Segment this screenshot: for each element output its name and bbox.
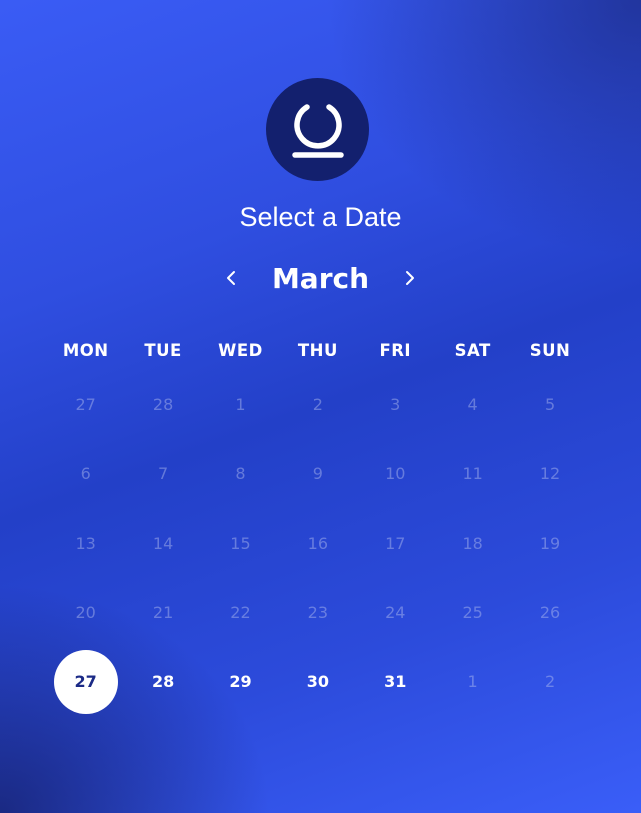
day-button[interactable]: 28 <box>131 650 195 714</box>
calendar-cell: 30 <box>279 650 356 714</box>
prev-month-button[interactable] <box>216 263 246 293</box>
day-button: 1 <box>467 672 478 692</box>
calendar-week-row: 13 14 15 16 17 18 19 <box>47 509 589 578</box>
day-button[interactable]: 31 <box>363 650 427 714</box>
day-button: 28 <box>152 395 174 415</box>
day-button: 16 <box>307 533 329 553</box>
day-button: 8 <box>235 464 246 484</box>
selected-day-button[interactable]: 27 <box>53 649 118 714</box>
calendar-cell: 13 <box>47 511 124 575</box>
calendar-cell: 25 <box>434 581 511 645</box>
calendar-cell: 1 <box>434 650 511 714</box>
day-button: 21 <box>152 603 174 623</box>
weekday-label: THU <box>297 340 338 360</box>
calendar-cell: 28 <box>124 650 201 714</box>
day-button: 26 <box>539 603 561 623</box>
month-navigation: March <box>0 256 641 300</box>
calendar-cell: 26 <box>511 581 588 645</box>
calendar-cell: 17 <box>357 511 434 575</box>
day-button: 24 <box>385 603 406 623</box>
day-button: 17 <box>385 533 406 553</box>
page-title: Select a Date <box>239 202 402 232</box>
calendar-cell: 10 <box>357 442 434 506</box>
day-button: 10 <box>385 464 406 484</box>
calendar-week-row: 27 28 29 30 31 1 2 <box>47 647 589 716</box>
calendar-cell: 4 <box>434 373 511 437</box>
calendar-cell: 21 <box>124 581 201 645</box>
calendar-cell: 14 <box>124 511 201 575</box>
day-button: 5 <box>544 395 556 415</box>
calendar-cell: 19 <box>511 511 588 575</box>
day-button: 20 <box>75 603 96 623</box>
app-logo <box>266 78 369 181</box>
day-button: 3 <box>390 395 401 415</box>
day-button: 12 <box>539 464 561 484</box>
calendar-week-row: 27 28 1 2 3 4 5 <box>47 370 589 439</box>
month-label: March <box>271 261 370 295</box>
calendar-cell: 22 <box>202 581 279 645</box>
calendar-cell: 28 <box>124 373 201 437</box>
next-month-button[interactable] <box>395 263 425 293</box>
chevron-left-icon <box>226 271 235 285</box>
day-button: 18 <box>462 533 483 553</box>
weekday-label: FRI <box>379 340 412 360</box>
weekday-label: WED <box>218 340 263 360</box>
day-button: 7 <box>157 464 169 484</box>
calendar-cell: 12 <box>511 442 588 506</box>
calendar-cell: 11 <box>434 442 511 506</box>
calendar-week-row: 6 7 8 9 10 11 12 <box>47 439 589 508</box>
day-button: 19 <box>539 533 561 553</box>
calendar-grid: MON TUE WED THU FRI SAT SUN 27 28 1 2 3 4 5 6 7 8… <box>47 330 589 716</box>
day-button: 23 <box>307 603 329 623</box>
day-button: 25 <box>462 603 483 623</box>
calendar-cell: 15 <box>202 511 279 575</box>
calendar-cell: 7 <box>124 442 201 506</box>
calendar-cell: 5 <box>511 373 588 437</box>
calendar-cell: 6 <box>47 442 124 506</box>
calendar-cell: 8 <box>202 442 279 506</box>
day-button: 4 <box>467 395 478 415</box>
calendar-cell: 27 <box>47 373 124 437</box>
calendar-cell: 2 <box>279 373 356 437</box>
calendar-cell: 23 <box>279 581 356 645</box>
calendar-cell: 3 <box>357 373 434 437</box>
day-button[interactable]: 29 <box>208 650 272 714</box>
day-button: 15 <box>230 533 251 553</box>
weekday-label: SAT <box>454 340 491 360</box>
day-button: 9 <box>312 464 323 484</box>
calendar-cell: 31 <box>357 650 434 714</box>
weekday-label: TUE <box>144 340 182 360</box>
calendar-cell: 1 <box>202 373 279 437</box>
day-button: 2 <box>544 672 556 692</box>
day-button: 13 <box>75 533 96 553</box>
weekday-header: MON TUE WED THU FRI SAT SUN <box>47 330 589 370</box>
calendar-cell: 27 <box>47 649 124 714</box>
day-button: 6 <box>80 464 91 484</box>
calendar-cell: 9 <box>279 442 356 506</box>
day-button[interactable]: 30 <box>286 650 350 714</box>
day-button: 1 <box>235 395 246 415</box>
calendar-cell: 29 <box>202 650 279 714</box>
calendar-cell: 18 <box>434 511 511 575</box>
day-button: 14 <box>152 533 174 553</box>
weekday-label: SUN <box>529 340 571 360</box>
calendar-cell: 20 <box>47 581 124 645</box>
calendar-week-row: 20 21 22 23 24 25 26 <box>47 578 589 647</box>
calendar-cell: 16 <box>279 511 356 575</box>
power-ring-icon <box>291 103 344 158</box>
weekday-label: MON <box>62 340 109 360</box>
day-button: 27 <box>75 395 96 415</box>
calendar-cell: 24 <box>357 581 434 645</box>
chevron-right-icon <box>406 271 415 285</box>
day-button: 2 <box>312 395 323 415</box>
day-button: 11 <box>462 464 483 484</box>
day-button: 22 <box>230 603 251 623</box>
calendar-cell: 2 <box>511 650 588 714</box>
calendar-weeks: 27 28 1 2 3 4 5 6 7 8 9 10 11 12 13 14 15 16 17 18 19 20 21 22 2… <box>47 370 589 716</box>
